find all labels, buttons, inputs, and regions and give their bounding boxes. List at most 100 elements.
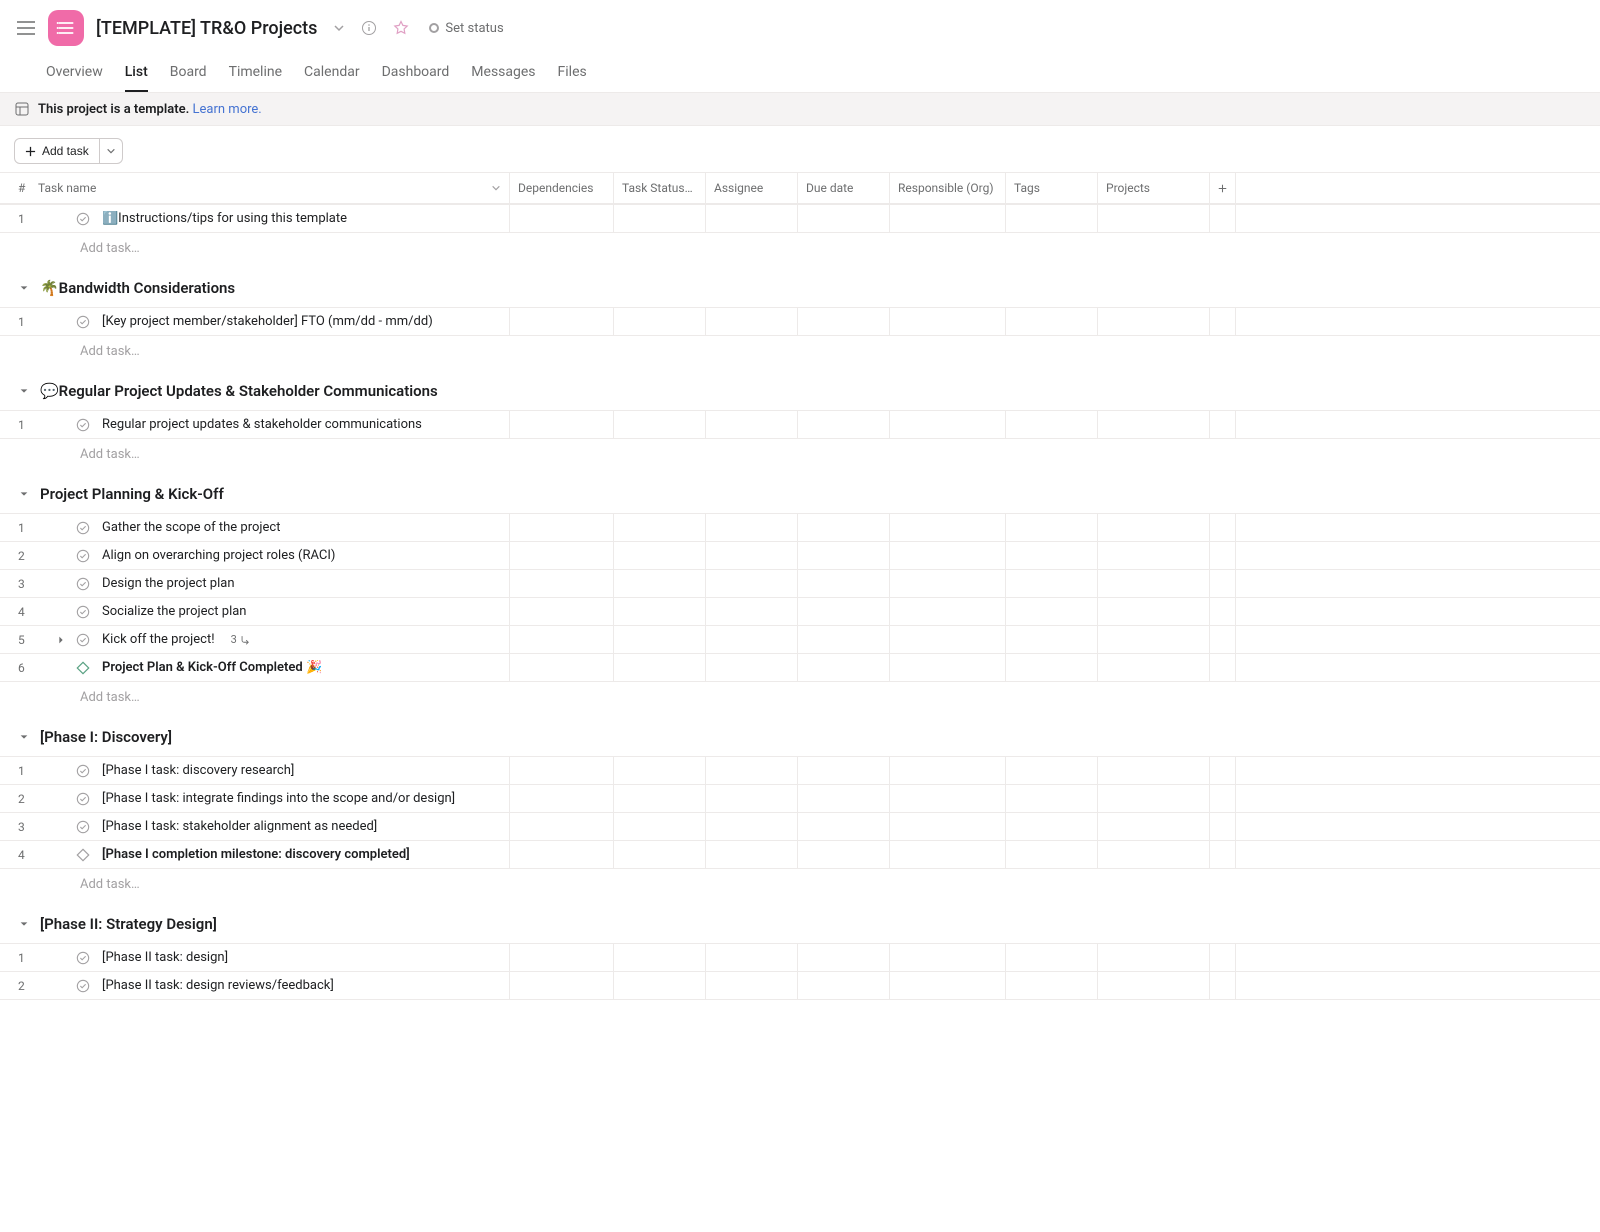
table-row[interactable]: 4Socialize the project plan [0,598,1600,626]
cell[interactable] [510,598,614,625]
cell[interactable] [1006,841,1098,868]
cell[interactable] [1006,972,1098,999]
task-name-cell[interactable]: [Key project member/stakeholder] FTO (mm… [24,308,510,335]
cell[interactable] [1006,626,1098,653]
cell[interactable] [1098,542,1210,569]
check-circle-icon[interactable] [76,418,90,432]
cell[interactable] [510,841,614,868]
check-circle-icon[interactable] [76,605,90,619]
check-circle-icon[interactable] [76,820,90,834]
cell[interactable] [1098,570,1210,597]
check-circle-icon[interactable] [76,764,90,778]
task-name-cell[interactable]: [Phase I task: integrate findings into t… [24,785,510,812]
collapse-caret-icon[interactable] [16,280,32,296]
add-task-inline[interactable]: Add task… [0,233,1600,265]
cell[interactable] [614,570,706,597]
tab-board[interactable]: Board [170,56,207,92]
cell[interactable] [1098,598,1210,625]
cell[interactable] [706,757,798,784]
cell[interactable] [1098,308,1210,335]
cell[interactable] [510,972,614,999]
task-name-cell[interactable]: Gather the scope of the project [24,514,510,541]
info-icon[interactable] [361,20,377,36]
cell[interactable] [1210,411,1236,438]
cell[interactable] [1210,813,1236,840]
task-name-cell[interactable]: [Phase I task: stakeholder alignment as … [24,813,510,840]
cell[interactable] [1006,411,1098,438]
section-title[interactable]: Project Planning & Kick-Off [40,485,224,503]
cell[interactable] [1098,785,1210,812]
cell[interactable] [614,205,706,232]
table-row[interactable]: 1ℹ️Instructions/tips for using this temp… [0,204,1600,233]
cell[interactable] [798,813,890,840]
cell[interactable] [1098,626,1210,653]
tab-calendar[interactable]: Calendar [304,56,360,92]
cell[interactable] [706,785,798,812]
menu-icon[interactable] [14,16,38,40]
collapse-caret-icon[interactable] [16,729,32,745]
add-task-inline[interactable]: Add task… [0,869,1600,901]
collapse-caret-icon[interactable] [16,916,32,932]
cell[interactable] [890,785,1006,812]
tab-list[interactable]: List [125,56,148,92]
cell[interactable] [706,841,798,868]
col-projects[interactable]: Projects [1098,173,1210,203]
cell[interactable] [1006,542,1098,569]
cell[interactable] [510,785,614,812]
cell[interactable] [798,626,890,653]
col-dependencies[interactable]: Dependencies [510,173,614,203]
cell[interactable] [798,411,890,438]
cell[interactable] [890,841,1006,868]
add-task-button[interactable]: Add task [14,138,100,164]
check-circle-icon[interactable] [76,577,90,591]
cell[interactable] [510,205,614,232]
cell[interactable] [890,411,1006,438]
expand-caret-icon[interactable] [56,635,66,645]
cell[interactable] [1006,944,1098,971]
cell[interactable] [1210,626,1236,653]
cell[interactable] [614,626,706,653]
cell[interactable] [1210,841,1236,868]
cell[interactable] [890,813,1006,840]
table-row[interactable]: 3Design the project plan [0,570,1600,598]
cell[interactable] [1006,654,1098,681]
cell[interactable] [510,626,614,653]
cell[interactable] [510,514,614,541]
check-circle-icon[interactable] [76,633,90,647]
cell[interactable] [1006,598,1098,625]
cell[interactable] [1210,785,1236,812]
cell[interactable] [614,972,706,999]
tab-files[interactable]: Files [558,56,587,92]
task-name-cell[interactable]: ℹ️Instructions/tips for using this templ… [24,205,510,232]
cell[interactable] [510,570,614,597]
collapse-caret-icon[interactable] [16,486,32,502]
col-assignee[interactable]: Assignee [706,173,798,203]
task-name-cell[interactable]: [Phase II task: design] [24,944,510,971]
cell[interactable] [1098,411,1210,438]
check-circle-icon[interactable] [76,315,90,329]
cell[interactable] [890,972,1006,999]
section-title[interactable]: [Phase I: Discovery] [40,728,172,746]
cell[interactable] [1210,514,1236,541]
table-row[interactable]: 1Gather the scope of the project [0,513,1600,542]
cell[interactable] [798,785,890,812]
cell[interactable] [1006,308,1098,335]
cell[interactable] [510,944,614,971]
cell[interactable] [1210,972,1236,999]
cell[interactable] [890,308,1006,335]
cell[interactable] [798,757,890,784]
cell[interactable] [706,308,798,335]
tab-messages[interactable]: Messages [471,56,535,92]
task-name-cell[interactable]: Design the project plan [24,570,510,597]
cell[interactable] [798,308,890,335]
check-circle-icon[interactable] [76,979,90,993]
section-title[interactable]: 🌴Bandwidth Considerations [40,279,235,297]
cell[interactable] [706,411,798,438]
cell[interactable] [1006,570,1098,597]
task-name-cell[interactable]: Socialize the project plan [24,598,510,625]
milestone-icon[interactable] [76,661,90,675]
table-row[interactable]: 1[Phase I task: discovery research] [0,756,1600,785]
col-responsible[interactable]: Responsible (Org) [890,173,1006,203]
table-row[interactable]: 2[Phase I task: integrate findings into … [0,785,1600,813]
add-task-dropdown[interactable] [100,138,123,164]
